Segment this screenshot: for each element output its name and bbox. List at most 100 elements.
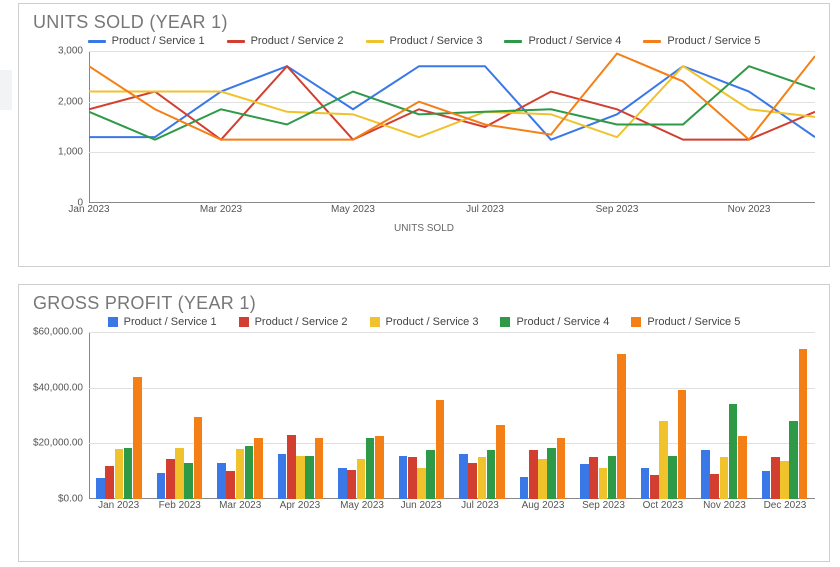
x-tick-label: Jul 2023 — [466, 204, 504, 215]
bar — [184, 463, 193, 499]
legend-item: Product / Service 1 — [88, 35, 205, 47]
bar — [771, 457, 780, 499]
bar — [366, 438, 375, 499]
bar — [710, 474, 719, 499]
x-tick-label: Feb 2023 — [159, 500, 201, 511]
x-tick-label: Jun 2023 — [401, 500, 442, 511]
bar — [641, 468, 650, 499]
legend-item: Product / Service 5 — [631, 316, 740, 328]
bar — [762, 471, 771, 499]
legend-item: Product / Service 3 — [370, 316, 479, 328]
bar — [436, 400, 445, 499]
x-tick-label: May 2023 — [331, 204, 375, 215]
legend-item: Product / Service 4 — [500, 316, 609, 328]
legend-swatch — [370, 317, 380, 327]
bar — [338, 468, 347, 499]
bar — [315, 438, 324, 499]
bar — [96, 478, 105, 499]
legend-label: Product / Service 5 — [667, 35, 760, 47]
legend-label: Product / Service 3 — [386, 316, 479, 328]
bar — [305, 456, 314, 499]
bar — [194, 417, 203, 499]
bar — [296, 456, 305, 499]
bar — [589, 457, 598, 499]
bar — [236, 449, 245, 499]
legend-label: Product / Service 4 — [528, 35, 621, 47]
x-tick-label: Jan 2023 — [98, 500, 139, 511]
bar — [799, 349, 808, 499]
legend-swatch — [88, 40, 106, 43]
bar — [157, 473, 166, 499]
x-axis-labels: Jan 2023 Feb 2023 Mar 2023 Apr 2023 May 2023… — [89, 500, 815, 517]
legend-swatch — [108, 317, 118, 327]
legend-label: Product / Service 5 — [647, 316, 740, 328]
bar — [468, 463, 477, 499]
legend-swatch — [227, 40, 245, 43]
bar — [547, 448, 556, 499]
legend-swatch — [366, 40, 384, 43]
bar — [478, 457, 487, 499]
bar — [780, 461, 789, 499]
y-tick-label: $40,000.00 — [33, 382, 83, 393]
x-tick-label: Mar 2023 — [219, 500, 261, 511]
y-tick-label: 2,000 — [58, 96, 83, 107]
legend-item: Product / Service 1 — [108, 316, 217, 328]
legend-swatch — [239, 317, 249, 327]
bar — [115, 449, 124, 499]
bar — [678, 390, 687, 499]
x-tick-label: Jul 2023 — [461, 500, 499, 511]
x-tick-label: May 2023 — [340, 500, 384, 511]
bar — [617, 354, 626, 499]
bar — [729, 404, 738, 499]
line-series-layer — [89, 51, 815, 203]
legend-item: Product / Service 2 — [239, 316, 348, 328]
bar — [133, 377, 142, 499]
bar — [487, 450, 496, 499]
legend-item: Product / Service 4 — [504, 35, 621, 47]
chart-title: GROSS PROFIT (YEAR 1) — [33, 293, 829, 314]
x-tick-label: Sep 2023 — [582, 500, 625, 511]
bar — [496, 425, 505, 499]
legend-label: Product / Service 2 — [255, 316, 348, 328]
gross-profit-chart: GROSS PROFIT (YEAR 1) Product / Service … — [18, 284, 830, 562]
chart-legend: Product / Service 1 Product / Service 2 Pr… — [19, 316, 829, 328]
legend-swatch — [504, 40, 522, 43]
legend-label: Product / Service 2 — [251, 35, 344, 47]
legend-label: Product / Service 3 — [390, 35, 483, 47]
legend-label: Product / Service 4 — [516, 316, 609, 328]
y-tick-label: $20,000.00 — [33, 438, 83, 449]
bar — [166, 459, 175, 499]
chart-plot-area: $0.00$20,000.00$40,000.00$60,000.00 Jan … — [29, 332, 819, 517]
legend-item: Product / Service 3 — [366, 35, 483, 47]
bar — [226, 471, 235, 499]
y-axis: 01,0002,0003,000 — [29, 51, 89, 221]
legend-item: Product / Service 2 — [227, 35, 344, 47]
bar — [408, 457, 417, 499]
x-tick-label: Nov 2023 — [728, 204, 771, 215]
bar — [417, 468, 426, 499]
bar — [245, 446, 254, 499]
units-sold-chart: UNITS SOLD (YEAR 1) Product / Service 1P… — [18, 3, 830, 267]
x-tick-label: Oct 2023 — [643, 500, 684, 511]
x-tick-label: Aug 2023 — [522, 500, 565, 511]
bar — [580, 464, 589, 499]
legend-swatch — [500, 317, 510, 327]
bar — [599, 468, 608, 499]
bar — [124, 448, 133, 499]
bar — [347, 470, 356, 499]
bar — [217, 463, 226, 499]
bar — [701, 450, 710, 499]
y-tick-label: 3,000 — [58, 46, 83, 57]
bar — [659, 421, 668, 499]
bar — [375, 436, 384, 499]
x-axis-title: UNITS SOLD — [19, 223, 829, 234]
bar — [426, 450, 435, 499]
x-tick-label: Dec 2023 — [764, 500, 807, 511]
bar — [650, 475, 659, 499]
bar — [278, 454, 287, 499]
bar — [357, 459, 366, 499]
bar — [520, 477, 529, 499]
x-tick-label: Mar 2023 — [200, 204, 242, 215]
x-tick-label: Apr 2023 — [280, 500, 321, 511]
bar — [608, 456, 617, 499]
